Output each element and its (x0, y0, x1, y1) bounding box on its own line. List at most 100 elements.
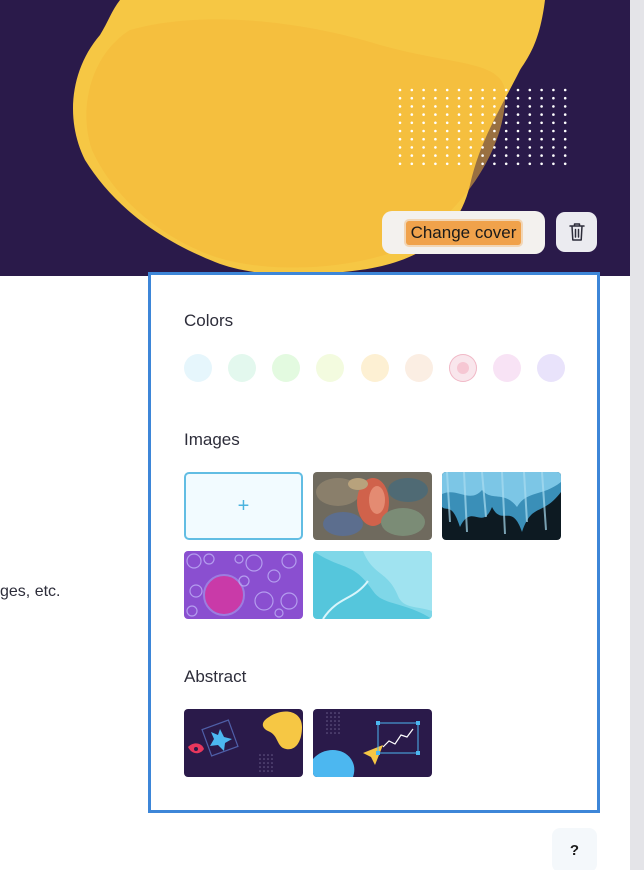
cover-dot (481, 154, 484, 157)
cover-dot (422, 105, 425, 108)
cover-dot (398, 146, 402, 149)
delete-cover-button[interactable] (556, 212, 597, 252)
image-thumbnail-light-blue[interactable] (313, 551, 432, 619)
change-cover-button[interactable]: Change cover (382, 211, 545, 254)
cover-dot (504, 129, 508, 133)
color-swatch[interactable] (361, 354, 389, 382)
color-swatch[interactable] (228, 354, 256, 382)
cover-dot (528, 162, 532, 166)
cover-dot (563, 105, 567, 108)
cover-dot (528, 88, 532, 92)
cover-dot (481, 88, 484, 92)
color-swatch[interactable] (272, 354, 300, 382)
cover-dot (469, 162, 473, 166)
cover-dot (528, 154, 532, 157)
change-cover-label: Change cover (405, 220, 522, 245)
cover-dot (398, 121, 402, 125)
cover-dot (516, 137, 520, 141)
cover-dot (516, 146, 520, 149)
cover-dot (422, 137, 425, 141)
cover-dot (552, 137, 555, 141)
cover-dot (563, 146, 567, 149)
cover-dot (516, 154, 520, 157)
cover-dot (445, 96, 449, 100)
cover-dot (422, 113, 425, 116)
color-swatch[interactable] (537, 354, 565, 382)
cover-dot (493, 137, 496, 141)
color-swatch[interactable] (184, 354, 212, 382)
cover-dot (469, 105, 473, 108)
cover-dot (398, 113, 402, 116)
cover-dot (445, 162, 449, 166)
trash-icon (568, 223, 585, 241)
cover-dot (457, 162, 461, 166)
cover-dot (445, 137, 449, 141)
cover-dot (504, 96, 508, 100)
cover-dot (528, 96, 532, 100)
color-swatch[interactable] (316, 354, 344, 382)
cover-dot (469, 154, 473, 157)
images-title: Images (184, 430, 240, 449)
image-thumbnail-blue-strokes[interactable] (442, 472, 561, 540)
cover-dot (540, 137, 543, 141)
image-thumbnail-oil-paint[interactable] (313, 472, 432, 540)
cover-dot (422, 129, 425, 133)
cover-dot (457, 154, 461, 157)
cover-dot (422, 96, 425, 100)
scrollbar[interactable] (630, 0, 644, 870)
cover-dot (481, 129, 484, 133)
cover-dot (504, 154, 508, 157)
cover-dot (410, 146, 414, 149)
cover-dot (469, 137, 473, 141)
cover-dot (540, 113, 543, 116)
cover-dot (563, 154, 567, 157)
cover-dot (434, 96, 437, 100)
cover-dot (563, 113, 567, 116)
cover-dot (434, 137, 437, 141)
cover-dot (445, 88, 449, 92)
cover-dot (540, 121, 543, 125)
cover-dot (469, 96, 473, 100)
color-swatch[interactable] (405, 354, 433, 382)
cover-dot (540, 129, 543, 133)
cover-dot (552, 88, 555, 92)
image-thumbnail-purple-bubbles[interactable] (184, 551, 303, 619)
cover-dot (434, 162, 437, 166)
cover-dot (552, 105, 555, 108)
cover-dot (398, 96, 402, 100)
cover-dot (410, 113, 414, 116)
cover-dot (398, 154, 402, 157)
cover-dot (504, 113, 508, 116)
cover-dot (493, 154, 496, 157)
cover-dot (422, 154, 425, 157)
cover-dot (540, 162, 543, 166)
cover-dot (434, 154, 437, 157)
cover-dot (563, 88, 567, 92)
cover-dot (516, 129, 520, 133)
cover-dot (552, 129, 555, 133)
upload-image-button[interactable]: + (184, 472, 303, 540)
cover-dot (434, 129, 437, 133)
cover-dot (516, 121, 520, 125)
cover-dot (422, 146, 425, 149)
cover-dot (493, 96, 496, 100)
plus-icon: + (237, 494, 250, 517)
cover-dot (398, 88, 402, 92)
help-button[interactable]: ? (552, 828, 597, 870)
cover-dot (422, 162, 425, 166)
cover-dot (398, 129, 402, 133)
cover-dot (410, 162, 414, 166)
abstract-thumbnail-2[interactable] (313, 709, 432, 777)
abstract-thumbnail-1[interactable] (184, 709, 303, 777)
cover-dot (410, 137, 414, 141)
cover-dot (445, 113, 449, 116)
cover-dot (528, 105, 532, 108)
color-swatch[interactable] (493, 354, 521, 382)
cover-dot (422, 88, 425, 92)
cover-dot (469, 88, 473, 92)
cover-dot (481, 96, 484, 100)
cover-dot (493, 146, 496, 149)
body-text: ges, etc. (0, 583, 61, 600)
help-label: ? (569, 841, 580, 859)
color-swatch-selected[interactable] (449, 354, 477, 382)
